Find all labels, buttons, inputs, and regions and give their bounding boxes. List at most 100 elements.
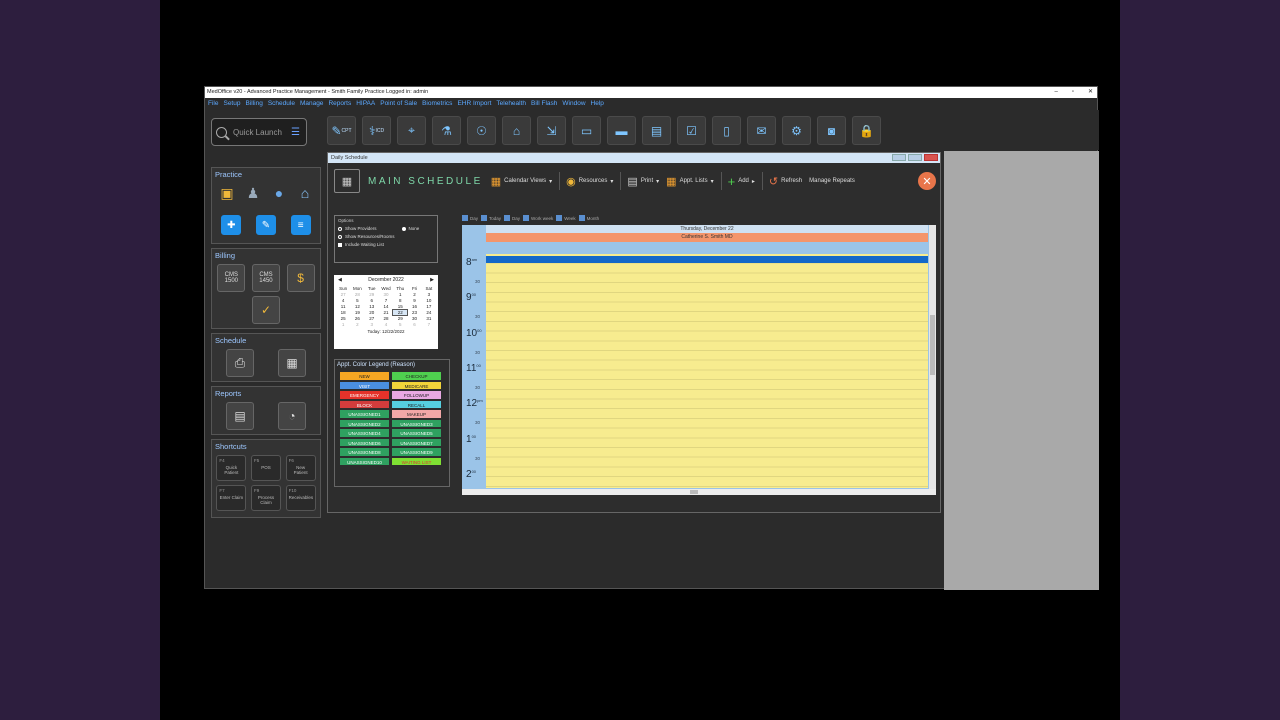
calendar-day[interactable]: 30 xyxy=(407,316,421,321)
provider-header[interactable]: Catherine S. Smith MD xyxy=(486,233,928,242)
shortcut-f5[interactable]: F5 POS xyxy=(250,455,281,481)
schedule-maximize-button[interactable] xyxy=(908,154,922,161)
calendar-day[interactable]: 17 xyxy=(422,304,436,309)
calendar-day[interactable]: 29 xyxy=(393,316,407,321)
next-month-button[interactable]: ▶ xyxy=(430,277,434,283)
calendar-day[interactable]: 3 xyxy=(422,292,436,297)
calendar-day[interactable]: 25 xyxy=(336,316,350,321)
money-bag-icon[interactable]: $ xyxy=(286,264,315,292)
calendar-day[interactable]: 24 xyxy=(422,310,436,315)
microscope-icon[interactable]: ⚗ xyxy=(432,116,461,145)
calendar-day[interactable]: 30 xyxy=(379,292,393,297)
appointment-grid[interactable] xyxy=(486,254,928,488)
close-button[interactable]: ✕ xyxy=(1088,87,1093,98)
calendar-day[interactable]: 5 xyxy=(393,322,407,327)
menu-reports[interactable]: Reports xyxy=(328,98,351,110)
menu-setup[interactable]: Setup xyxy=(223,98,240,110)
include-waiting-checkbox[interactable] xyxy=(338,242,342,247)
calendar-day[interactable]: 4 xyxy=(379,322,393,327)
calendar-day[interactable]: 29 xyxy=(365,292,379,297)
schedule-minimize-button[interactable] xyxy=(892,154,906,161)
calendar-day[interactable]: 7 xyxy=(422,322,436,327)
calendar-day[interactable]: 23 xyxy=(407,310,421,315)
print-button[interactable]: ▤ Print ▾ xyxy=(627,175,659,188)
calendar-day[interactable]: 18 xyxy=(336,310,350,315)
minimize-button[interactable]: – xyxy=(1054,87,1057,98)
menu-billing[interactable]: Billing xyxy=(245,98,262,110)
patient-card-icon[interactable]: ▣ xyxy=(217,183,237,203)
view-tab-day[interactable]: Day xyxy=(462,215,478,221)
card-icon[interactable]: ▬ xyxy=(607,116,636,145)
calendar-day[interactable]: 14 xyxy=(379,304,393,309)
calendar-day[interactable]: 1 xyxy=(393,292,407,297)
monitor-icon[interactable]: ▭ xyxy=(572,116,601,145)
calendar-day[interactable]: 4 xyxy=(336,298,350,303)
today-link[interactable]: Today: 12/22/2022 xyxy=(336,329,436,334)
shortcut-f6[interactable]: F6 New Patient xyxy=(285,455,316,481)
calendar-day[interactable]: 8 xyxy=(393,298,407,303)
calendar-day[interactable]: 1 xyxy=(336,322,350,327)
add-button[interactable]: + Add ▸ xyxy=(728,174,755,189)
phone-icon[interactable]: ▯ xyxy=(712,116,741,145)
calendar-day[interactable]: 13 xyxy=(365,304,379,309)
patients-icon[interactable]: ♟ xyxy=(243,183,263,203)
printer-icon[interactable]: ⎙ xyxy=(226,349,254,377)
shortcut-f4[interactable]: F4 Quick Patient xyxy=(216,455,247,481)
menu-lines-icon[interactable]: ☰ xyxy=(291,127,300,138)
calendar-day[interactable]: 12 xyxy=(350,304,364,309)
calendar-day[interactable]: 6 xyxy=(407,322,421,327)
calendar-day[interactable]: 21 xyxy=(379,310,393,315)
charts-icon[interactable]: ◔ xyxy=(278,402,306,430)
calendar-day[interactable]: 2 xyxy=(407,292,421,297)
check-form-icon[interactable]: ✓ xyxy=(252,296,280,324)
cms-1450-button[interactable]: CMS 1450 xyxy=(251,264,280,292)
location-icon[interactable]: ⌖ xyxy=(397,116,426,145)
menu-schedule[interactable]: Schedule xyxy=(268,98,295,110)
schedule-close-button[interactable] xyxy=(924,154,938,161)
view-tab-day[interactable]: Day xyxy=(504,215,520,221)
quick-launch-input[interactable]: Quick Launch ☰ xyxy=(211,118,307,146)
menu-manage[interactable]: Manage xyxy=(300,98,324,110)
calendar-day[interactable]: 10 xyxy=(422,298,436,303)
calendar-day[interactable]: 15 xyxy=(393,304,407,309)
calendar-day[interactable]: 19 xyxy=(350,310,364,315)
calendar-views-button[interactable]: ▦ Calendar Views ▾ xyxy=(491,175,552,188)
calendar-day[interactable]: 31 xyxy=(422,316,436,321)
none-radio[interactable] xyxy=(401,226,406,231)
calendar-day[interactable]: 11 xyxy=(336,304,350,309)
appt-lists-button[interactable]: ▦ Appt. Lists ▾ xyxy=(666,175,713,188)
vertical-scrollbar[interactable] xyxy=(929,225,936,495)
maximize-button[interactable]: ▫ xyxy=(1072,87,1074,98)
menu-biometrics[interactable]: Biometrics xyxy=(422,98,452,110)
calendar-day[interactable]: 22 xyxy=(392,309,409,316)
view-tab-month[interactable]: Month xyxy=(578,215,599,221)
icd-icon[interactable]: ⚕ ICD xyxy=(362,116,391,145)
calendar-day[interactable]: 16 xyxy=(407,304,421,309)
bank-icon[interactable]: ⌂ xyxy=(502,116,531,145)
resources-button[interactable]: ◉ Resources ▾ xyxy=(566,175,613,188)
view-tab-week[interactable]: Week xyxy=(556,215,576,221)
calendar-day[interactable]: 3 xyxy=(365,322,379,327)
refresh-button[interactable]: ↺ Refresh xyxy=(769,175,802,188)
report-monitor-icon[interactable]: ▤ xyxy=(226,402,254,430)
calendar-day[interactable]: 9 xyxy=(407,298,421,303)
calendar-day[interactable]: 6 xyxy=(365,298,379,303)
import-icon[interactable]: ⇲ xyxy=(537,116,566,145)
calendar-day[interactable]: 2 xyxy=(350,322,364,327)
user-settings-icon[interactable]: ⚙ xyxy=(782,116,811,145)
menu-bill-flash[interactable]: Bill Flash xyxy=(531,98,557,110)
bank-icon[interactable]: ⌂ xyxy=(295,183,315,203)
show-providers-radio[interactable] xyxy=(338,226,342,231)
show-resources-radio[interactable] xyxy=(338,234,342,239)
calendar-day[interactable]: 28 xyxy=(350,292,364,297)
prev-month-button[interactable]: ◀ xyxy=(338,277,342,283)
patient-search-icon[interactable]: ☉ xyxy=(467,116,496,145)
cpt-icon[interactable]: ✎ CPT xyxy=(327,116,356,145)
calendar-day[interactable]: 26 xyxy=(350,316,364,321)
menu-help[interactable]: Help xyxy=(591,98,604,110)
calendar-day[interactable]: 20 xyxy=(365,310,379,315)
current-time-slot[interactable] xyxy=(486,256,928,263)
shortcut-f9[interactable]: F9 Process Claim xyxy=(250,485,281,511)
calendar-day[interactable]: 7 xyxy=(379,298,393,303)
view-tab-today[interactable]: Today xyxy=(481,215,501,221)
